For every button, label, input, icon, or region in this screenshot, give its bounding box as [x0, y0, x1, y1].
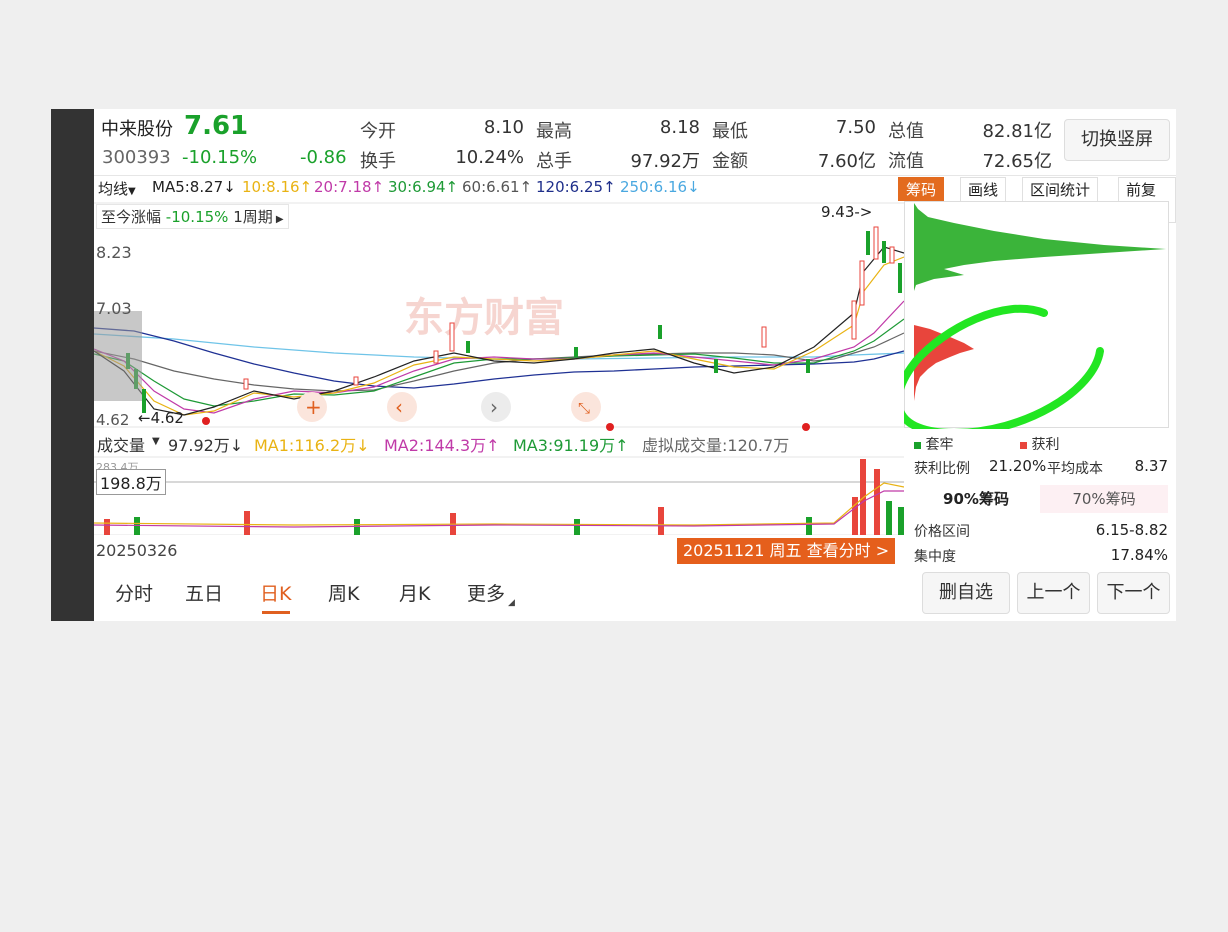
chevron-left-glyph: ‹	[395, 395, 403, 419]
legend-trapped-label: 套牢	[925, 437, 954, 453]
profit-ratio-value: 21.20%	[989, 457, 1047, 475]
volume-value: 97.92万	[630, 151, 700, 172]
period-info-label: 至今涨幅	[101, 208, 162, 226]
ma10-value: 10:8.16↑	[242, 178, 313, 196]
volume-label: 总手	[536, 151, 572, 172]
low-marker: ←4.62	[138, 409, 184, 427]
float-label: 流值	[888, 151, 924, 172]
profit-swatch	[1020, 442, 1027, 449]
amount-label: 金额	[712, 151, 748, 172]
ma-selector-label: 均线	[98, 180, 129, 198]
low-label: 最低	[712, 121, 748, 142]
tab-five-day[interactable]: 五日	[185, 579, 223, 606]
stock-name: 中来股份	[101, 119, 173, 140]
mktcap-label: 总值	[888, 121, 924, 142]
volume-crosshair-label: 198.8万	[96, 469, 166, 495]
stock-code: 300393	[102, 147, 171, 168]
concentration-label: 集中度	[914, 549, 956, 565]
change-percent: -10.15%	[182, 147, 258, 168]
legend-trapped: 套牢	[914, 434, 953, 454]
event-dot	[202, 417, 210, 425]
high-label: 最高	[536, 121, 572, 142]
more-caret-icon: ◢	[508, 598, 515, 608]
avg-cost-value: 8.37	[1134, 457, 1168, 475]
period-info-period: 1周期	[233, 208, 273, 226]
chips-90-tab[interactable]: 90%筹码	[916, 485, 1036, 513]
volume-ma3: MA3:91.19万↑	[513, 436, 629, 455]
high-value: 8.18	[659, 117, 700, 138]
chips-button[interactable]: 筹码	[898, 177, 945, 202]
period-info[interactable]: 至今涨幅 -10.15% 1周期 ▶	[96, 204, 289, 229]
turnover-label: 换手	[360, 151, 396, 172]
next-stock-button[interactable]: 下一个	[1097, 572, 1170, 614]
price-range-label: 价格区间	[914, 524, 970, 540]
zoom-glyph: ⤡	[578, 399, 590, 417]
volume-value: 97.92万↓	[168, 436, 244, 455]
event-dot	[606, 423, 614, 431]
kline-chart[interactable]: 东方财富 + ‹ › ⤡	[94, 201, 904, 535]
dropdown-caret-icon: ▼	[152, 436, 160, 447]
range-stats-button[interactable]: 区间统计	[1022, 177, 1099, 202]
price-axis-low: 4.62	[96, 411, 130, 429]
legend-profit: 获利	[1020, 434, 1059, 454]
ma60-value: 60:6.61↑	[462, 178, 533, 196]
plus-glyph: +	[305, 395, 322, 419]
chips-distribution-chart	[904, 201, 1169, 429]
float-value: 72.65亿	[982, 151, 1052, 172]
trapped-swatch	[914, 442, 921, 449]
selection-overlay[interactable]	[94, 311, 142, 401]
tab-intraday[interactable]: 分时	[115, 579, 153, 606]
ma120-value: 120:6.25↑	[536, 178, 616, 196]
ma20-value: 20:7.18↑	[314, 178, 385, 196]
mktcap-value: 82.81亿	[982, 121, 1052, 142]
start-date: 20250326	[96, 541, 178, 560]
prev-stock-button[interactable]: 上一个	[1017, 572, 1090, 614]
open-value: 8.10	[483, 117, 524, 138]
low-value: 7.50	[835, 117, 876, 138]
caret-right-icon: ▶	[272, 214, 284, 225]
view-intraday-button[interactable]: 20251121 周五 查看分时 >	[677, 538, 896, 564]
amount-value: 7.60亿	[817, 151, 876, 172]
volume-ma1: MA1:116.2万↓	[254, 436, 370, 455]
tab-daily-k[interactable]: 日K	[260, 579, 291, 606]
chevron-right-glyph: ›	[490, 395, 498, 419]
high-marker: 9.43->	[821, 203, 873, 221]
header-divider	[94, 175, 1176, 176]
turnover-value: 10.24%	[455, 147, 524, 168]
stock-price: 7.61	[184, 111, 249, 141]
concentration-value: 17.84%	[1110, 546, 1168, 564]
watermark: 东方财富	[404, 295, 564, 341]
price-axis-top: 8.23	[96, 243, 132, 262]
volume-label: 成交量	[97, 436, 146, 455]
ma250-value: 250:6.16↓	[620, 178, 700, 196]
switch-portrait-button[interactable]: 切换竖屏	[1064, 119, 1170, 161]
open-label: 今开	[360, 121, 396, 142]
avg-cost-label: 平均成本	[1047, 461, 1103, 477]
ma5-value: MA5:8.27↓	[152, 178, 236, 196]
price-range-value: 6.15-8.82	[1095, 521, 1168, 539]
draw-line-button[interactable]: 画线	[960, 177, 1007, 202]
dropdown-caret-icon: ▼	[128, 186, 136, 197]
period-info-value: -10.15%	[165, 208, 229, 226]
left-dark-bar	[51, 109, 94, 621]
virtual-volume: 虚拟成交量:120.7万	[642, 436, 790, 455]
profit-ratio-label: 获利比例	[914, 461, 970, 477]
change-amount: -0.86	[300, 147, 347, 168]
tab-weekly-k[interactable]: 周K	[328, 579, 359, 606]
volume-ma2: MA2:144.3万↑	[384, 436, 500, 455]
ma30-value: 30:6.94↑	[388, 178, 459, 196]
tab-monthly-k[interactable]: 月K	[399, 579, 430, 606]
tab-more[interactable]: 更多	[467, 579, 505, 606]
remove-watchlist-button[interactable]: 删自选	[922, 572, 1010, 614]
price-axis-mid: 7.03	[96, 299, 132, 318]
low-marker-value: 4.62	[150, 409, 184, 427]
ma-selector[interactable]: 均线▼	[98, 178, 136, 199]
event-dot	[802, 423, 810, 431]
stock-kline-panel: 中来股份 7.61 300393 -10.15% -0.86 今开 8.10 最…	[94, 109, 1176, 621]
legend-profit-label: 获利	[1031, 437, 1060, 453]
active-tab-underline	[262, 611, 290, 614]
chips-70-tab[interactable]: 70%筹码	[1040, 485, 1168, 513]
